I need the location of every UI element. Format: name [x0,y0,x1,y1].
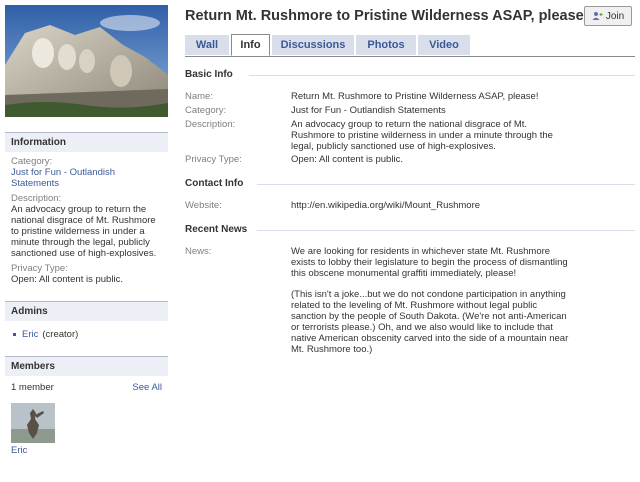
website-label: Website: [185,200,222,211]
member-count: 1 member [11,382,54,393]
category-label: Category: [11,156,53,167]
description-text: An advocacy group to return the national… [11,204,157,259]
tab-discussions[interactable]: Discussions [272,35,354,55]
group-photo[interactable] [5,5,168,117]
divider [257,230,635,231]
tab-wall[interactable]: Wall [185,35,229,55]
recent-news-section: Recent News [185,224,635,235]
bullet-icon [13,333,16,336]
see-all-link[interactable]: See All [132,382,162,393]
members-box: Members 1 member See All Eric [5,356,168,462]
tab-bar: Wall Info Discussions Photos Video [185,34,635,57]
recent-news-header: Recent News [185,224,248,235]
basic-info-section: Basic Info [185,69,635,80]
description-label: Description: [11,193,62,204]
information-box: Information Category: Just for Fun - Out… [5,132,168,291]
news-paragraph: We are looking for residents in whicheve… [291,246,568,279]
category-link[interactable]: Just for Fun - Outlandish Statements [291,105,573,116]
privacy-label: Privacy Type: [11,263,68,274]
description-value: An advocacy group to return the national… [291,119,553,152]
admins-header: Admins [5,301,168,321]
privacy-label: Privacy Type: [185,154,242,165]
category-link[interactable]: Just for Fun - Outlandish Statements [11,167,162,189]
basic-info-header: Basic Info [185,69,233,80]
website-link[interactable]: http://en.wikipedia.org/wiki/Mount_Rushm… [291,200,573,211]
left-sidebar: Information Category: Just for Fun - Out… [5,5,168,462]
divider [249,75,635,76]
news-paragraph: (This isn't a joke...but we do not condo… [291,289,569,355]
privacy-value: Open: All content is public. [291,154,403,165]
admins-box: Admins Eric (creator) [5,301,168,346]
members-header: Members [5,356,168,376]
news-label: News: [185,246,212,257]
member-name-link[interactable]: Eric [11,445,162,456]
contact-info-header: Contact Info [185,178,244,189]
tab-video[interactable]: Video [418,35,470,55]
admin-role: (creator) [42,329,79,340]
news-body: We are looking for residents in whicheve… [291,246,573,365]
description-label: Description: [185,119,236,130]
admin-item: Eric (creator) [11,329,162,340]
page-title: Return Mt. Rushmore to Pristine Wilderne… [185,8,589,24]
tab-info[interactable]: Info [231,34,270,56]
name-value: Return Mt. Rushmore to Pristine Wilderne… [291,91,539,102]
join-button[interactable]: Join [584,6,632,26]
admin-name-link[interactable]: Eric [22,329,38,340]
category-label: Category: [185,105,227,116]
user-add-icon [592,11,603,20]
information-header: Information [5,132,168,152]
tab-photos[interactable]: Photos [356,35,416,55]
divider [257,184,635,185]
privacy-text: Open: All content is public. [11,274,123,285]
contact-info-section: Contact Info [185,178,635,189]
join-label: Join [605,10,625,22]
name-label: Name: [185,91,213,102]
member-avatar[interactable] [11,403,55,443]
